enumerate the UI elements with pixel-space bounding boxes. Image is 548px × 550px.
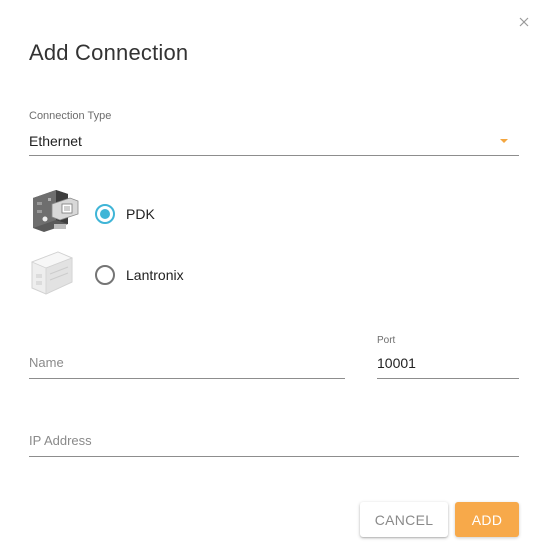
ip-address-field[interactable]: IP Address: [29, 427, 519, 457]
connection-type-underline: [29, 155, 519, 156]
pdk-device-image: [28, 186, 80, 234]
pdk-radio-dot: [100, 209, 110, 219]
dialog-title: Add Connection: [29, 40, 189, 65]
name-field[interactable]: Name: [29, 349, 345, 379]
connection-type-label: Connection Type: [29, 110, 112, 122]
port-value: 10001: [377, 355, 416, 371]
port-field-underline: [377, 378, 519, 379]
ip-address-placeholder: IP Address: [29, 433, 92, 448]
pdk-radio[interactable]: [95, 204, 115, 224]
pdk-radio-label[interactable]: PDK: [126, 206, 155, 222]
port-field[interactable]: 10001: [377, 349, 519, 379]
add-connection-dialog: Add Connection Connection Type Ethernet …: [0, 0, 548, 550]
add-button[interactable]: ADD: [455, 502, 519, 537]
name-field-underline: [29, 378, 345, 379]
close-icon[interactable]: [516, 14, 532, 30]
connection-type-select[interactable]: Connection Type Ethernet: [29, 110, 519, 156]
cancel-button[interactable]: CANCEL: [360, 502, 448, 537]
name-field-placeholder: Name: [29, 355, 64, 370]
port-label: Port: [377, 335, 396, 346]
connection-type-value: Ethernet: [29, 133, 82, 149]
lantronix-radio-label[interactable]: Lantronix: [126, 267, 184, 283]
lantronix-radio[interactable]: [95, 265, 115, 285]
dropdown-arrow-icon[interactable]: [500, 139, 508, 143]
lantronix-device-image: [28, 248, 80, 296]
ip-address-underline: [29, 456, 519, 457]
